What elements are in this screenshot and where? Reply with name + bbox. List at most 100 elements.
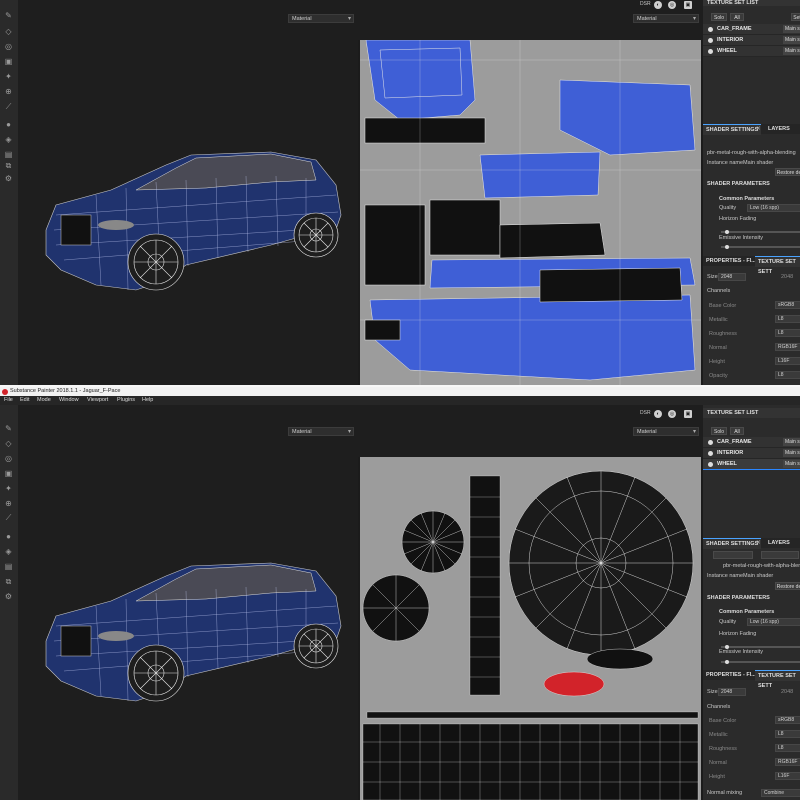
camera-mode-icon[interactable]: ◐ [654,1,662,9]
quality-select[interactable]: Low (16 spp) [747,618,800,626]
menu-window[interactable]: Window [59,396,79,405]
paint-brush-icon[interactable]: ✎ [3,423,14,434]
python-icon[interactable]: ◈ [3,546,14,557]
set-button[interactable]: Set [791,13,800,21]
slider-knob[interactable] [725,230,729,234]
common-parameters-title[interactable]: Common Parameters [719,196,774,202]
python-icon[interactable]: ◈ [3,134,14,145]
menu-plugins[interactable]: Plugins [117,396,135,405]
tab-layers[interactable]: LAYERS [765,538,793,548]
shader-name[interactable]: pbr-metal-rough-with-alpha-blending [723,563,800,569]
slider-knob[interactable] [725,245,729,249]
menu-file[interactable]: File [4,396,13,405]
channel-format-metallic[interactable]: L8 [775,730,800,738]
channel-format-metallic[interactable]: L8 [775,315,800,323]
smudge-icon[interactable]: ✦ [3,71,14,82]
polygon-fill-icon[interactable]: ▣ [3,468,14,479]
menu-edit[interactable]: Edit [20,396,29,405]
menu-viewport[interactable]: Viewport [87,396,108,405]
channel-format-base-color[interactable]: sRGB8 [775,716,800,724]
settings-icon[interactable]: ⚙ [3,591,14,602]
size-select[interactable]: 2048 [718,273,746,281]
menu-mode[interactable]: Mode [37,396,51,405]
horizon-fading-slider[interactable] [721,230,800,234]
polygon-fill-icon[interactable]: ▣ [3,56,14,67]
texture-set-shader[interactable]: Main sh [783,438,800,446]
environment-icon[interactable]: ◎ [668,1,676,9]
radio-icon[interactable] [708,440,713,445]
viewport-3d-bottom[interactable]: Material [18,405,358,800]
paint-brush-icon[interactable]: ✎ [3,10,14,21]
shader-name[interactable]: pbr-metal-rough-with-alpha-blending [707,150,796,156]
tab-shader-settings[interactable]: SHADER SETTINGS [703,124,762,135]
channel-format-normal[interactable]: RGB16F [775,343,800,351]
render-icon[interactable]: ▤ [3,149,14,160]
texture-set-wheel[interactable]: WHEEL Main sh [703,46,800,57]
settings-icon[interactable]: ⚙ [3,173,14,184]
all-button[interactable]: All [730,13,744,21]
eraser-icon[interactable]: ◇ [3,438,14,449]
normal-mixing-select[interactable]: Combine [761,789,800,797]
clone-icon[interactable]: ⊕ [3,498,14,509]
channel-format-roughness[interactable]: L8 [775,744,800,752]
instance-value[interactable]: Main shader [743,160,773,166]
solo-button[interactable]: Solo [711,13,727,21]
viewport-3d[interactable]: Material [18,0,358,385]
texture-set-wheel[interactable]: WHEEL Main sh [703,459,800,470]
emissive-intensity-slider[interactable] [721,660,800,664]
shader-aux-button-1[interactable] [713,551,753,559]
radio-icon[interactable] [708,451,713,456]
radio-icon[interactable] [708,49,713,54]
quality-select[interactable]: Low (16 spp) [747,204,800,212]
screenshot-icon[interactable]: ▣ [684,410,692,418]
environment-icon[interactable]: ◎ [668,410,676,418]
picker-icon[interactable]: ⟋ [3,512,14,523]
radio-icon[interactable] [708,38,713,43]
close-icon[interactable]: ✕ [756,540,761,546]
uv-layout-wheel[interactable] [360,457,701,800]
channel-format-roughness[interactable]: L8 [775,329,800,337]
channel-format-opacity[interactable]: L8 [775,371,800,379]
projection-icon[interactable]: ◎ [3,453,14,464]
texture-set-interior[interactable]: INTERIOR Main sh [703,448,800,459]
material-mode-select-2d[interactable]: Material [633,14,699,24]
horizon-fading-slider[interactable] [721,645,800,649]
common-parameters-title[interactable]: Common Parameters [719,609,774,615]
texture-set-shader[interactable]: Main sh [783,36,800,44]
texture-set-car-frame[interactable]: CAR_FRAME Main sh [703,24,800,35]
size-select[interactable]: 2048 [718,688,746,696]
material-mode-select-2d[interactable]: Material [633,427,699,437]
projection-icon[interactable]: ◎ [3,41,14,52]
emissive-intensity-slider[interactable] [721,245,800,249]
solo-button[interactable]: Solo [711,427,727,435]
screenshot-icon[interactable]: ▣ [684,1,692,9]
all-button[interactable]: All [730,427,744,435]
channel-format-normal[interactable]: RGB16F [775,758,800,766]
export-icon[interactable]: ⧉ [3,576,14,587]
uv-layout-car-frame[interactable] [360,40,701,385]
smudge-icon[interactable]: ✦ [3,483,14,494]
close-icon[interactable]: ✕ [756,126,761,132]
slider-knob[interactable] [725,660,729,664]
instance-value[interactable]: Main shader [743,573,773,579]
channel-format-height[interactable]: L16F [775,357,800,365]
texture-set-interior[interactable]: INTERIOR Main sh [703,35,800,46]
picker-icon[interactable]: ⟋ [3,101,14,112]
tab-properties[interactable]: PROPERTIES - FI... [703,670,759,680]
radio-icon[interactable] [708,27,713,32]
shader-aux-button-2[interactable] [761,551,799,559]
tab-shader-settings[interactable]: SHADER SETTINGS [703,538,762,549]
bake-icon[interactable]: ● [3,531,14,542]
export-icon[interactable]: ⧉ [3,160,14,171]
texture-set-shader[interactable]: Main sh [783,47,800,55]
texture-set-car-frame[interactable]: CAR_FRAME Main sh [703,437,800,448]
texture-set-shader[interactable]: Main sh [783,460,800,468]
radio-icon[interactable] [708,462,713,467]
bake-icon[interactable]: ● [3,119,14,130]
tab-texture-set-settings[interactable]: TEXTURE SET SETT [755,256,800,275]
tab-texture-set-settings[interactable]: TEXTURE SET SETT [755,670,800,689]
texture-set-shader[interactable]: Main sh [783,449,800,457]
clone-icon[interactable]: ⊕ [3,86,14,97]
channel-format-height[interactable]: L16F [775,772,800,780]
menu-help[interactable]: Help [142,396,153,405]
